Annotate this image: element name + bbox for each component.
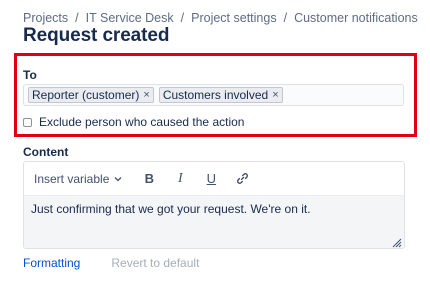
footer-links: Formatting Revert to default — [23, 256, 199, 270]
editor-text: Just confirming that we got your request… — [31, 202, 311, 216]
to-label: To — [23, 68, 37, 82]
remove-tag-icon[interactable]: × — [143, 89, 149, 101]
page-title: Request created — [23, 25, 170, 46]
breadcrumb-project-settings[interactable]: Project settings — [191, 11, 276, 25]
content-editor: Insert variable B I U Just confirming th… — [23, 161, 405, 249]
bold-button[interactable]: B — [141, 171, 157, 187]
insert-variable-label: Insert variable — [34, 171, 110, 186]
revert-to-default-link[interactable]: Revert to default — [111, 256, 199, 270]
recipient-tag-customers-involved: Customers involved × — [158, 87, 283, 103]
exclude-label[interactable]: Exclude person who caused the action — [39, 115, 244, 129]
recipient-tag-reporter: Reporter (customer) × — [28, 87, 154, 103]
editor-toolbar: Insert variable B I U — [24, 162, 404, 196]
exclude-row: Exclude person who caused the action — [23, 115, 244, 129]
insert-variable-dropdown[interactable]: Insert variable — [34, 172, 122, 186]
resize-handle-icon[interactable] — [391, 237, 402, 248]
remove-tag-icon[interactable]: × — [272, 89, 278, 101]
breadcrumb-it-service-desk[interactable]: IT Service Desk — [86, 11, 174, 25]
underline-button[interactable]: U — [203, 171, 219, 187]
breadcrumb-separator: / — [283, 11, 288, 25]
breadcrumb-separator: / — [180, 11, 185, 25]
italic-button[interactable]: I — [172, 171, 188, 187]
tag-label: Customers involved — [162, 88, 269, 102]
chevron-down-icon — [114, 174, 122, 184]
exclude-checkbox[interactable] — [23, 117, 32, 127]
link-icon[interactable] — [234, 171, 250, 187]
formatting-link[interactable]: Formatting — [23, 256, 80, 270]
breadcrumb: Projects / IT Service Desk / Project setting… — [23, 11, 418, 25]
breadcrumb-customer-notifications[interactable]: Customer notifications — [294, 11, 418, 25]
breadcrumb-projects[interactable]: Projects — [23, 11, 68, 25]
editor-body[interactable]: Just confirming that we got your request… — [24, 196, 404, 248]
content-label: Content — [23, 145, 69, 159]
breadcrumb-separator: / — [75, 11, 79, 25]
tag-label: Reporter (customer) — [32, 88, 140, 102]
recipients-field[interactable]: Reporter (customer) × Customers involved… — [23, 84, 404, 106]
